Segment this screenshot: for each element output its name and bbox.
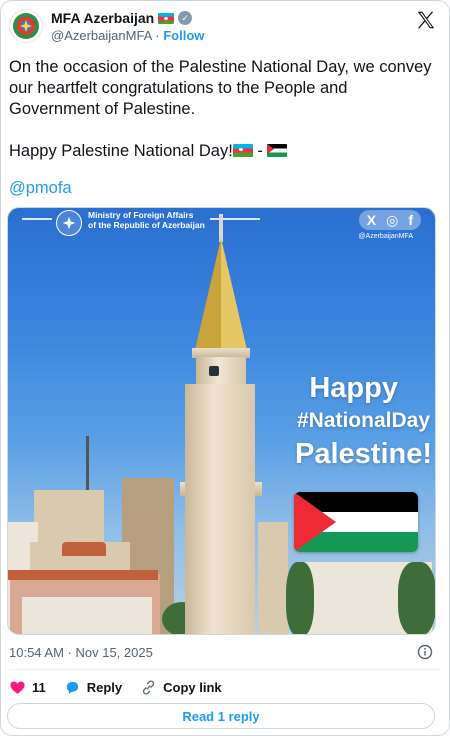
roof [8,570,158,580]
tweet-greeting: Happy Palestine National Day! [9,142,233,160]
tweet-image[interactable]: Ministry of Foreign Affairs of the Repub… [7,207,436,635]
account-handle[interactable]: @AzerbaijanMFA [51,28,152,43]
handle-separator: · [155,28,160,43]
mfa-emblem-icon [13,13,39,39]
tweet-text: On the occasion of the Palestine Nationa… [9,57,441,183]
read-replies-button[interactable]: Read 1 reply [7,703,435,729]
copy-link-label: Copy link [163,679,222,695]
post-timestamp[interactable]: 10:54 AM · Nov 15, 2025 [9,645,153,660]
tweet-header: MFA Azerbaijan ✓ @AzerbaijanMFA · Follow [9,9,441,49]
headline-happy: Happy [309,372,398,404]
building [22,597,152,634]
divider [9,669,441,670]
city-scene: Happy #NationalDay Palestine! [8,208,435,634]
radio-tower [86,436,89,496]
tree [398,562,435,634]
azerbaijan-flag-icon [158,12,175,24]
reply-bubble-icon [66,681,78,694]
building [34,490,104,550]
copy-link-button[interactable]: Copy link [140,679,222,696]
action-bar: 11 Reply Copy link [9,677,240,697]
account-name[interactable]: MFA Azerbaijan [51,10,154,26]
tweet-paragraph-2: Happy Palestine National Day! - [9,141,441,162]
link-icon [143,679,155,695]
image-headline: Happy #NationalDay Palestine! [295,370,432,472]
azerbaijan-flag-emoji-icon [232,144,253,157]
tweet-card: MFA Azerbaijan ✓ @AzerbaijanMFA · Follow… [0,0,450,736]
tweet-paragraph-1: On the occasion of the Palestine Nationa… [9,58,432,118]
palestine-flag-emoji-icon [267,144,288,157]
reply-label: Reply [86,679,123,695]
heart-icon [10,680,25,694]
roof [62,542,106,556]
follow-button[interactable]: Follow [163,28,204,43]
like-button[interactable]: 11 [9,679,46,696]
palestine-flag-graphic [294,492,418,552]
building [258,522,288,634]
avatar[interactable] [9,9,43,43]
minaret-dome-shade [221,238,247,350]
minaret-shaft [185,384,255,634]
handle-row: @AzerbaijanMFA · Follow [51,28,204,43]
account-name-row: MFA Azerbaijan ✓ [51,10,193,26]
mention-link[interactable]: @pmofa [9,179,72,198]
flag-separator: - [257,142,263,160]
verified-badge-icon: ✓ [178,11,193,25]
like-count: 11 [32,679,46,695]
reply-button[interactable]: Reply [64,679,122,696]
headline-palestine: Palestine! [295,438,432,470]
headline-hashtag: #NationalDay [296,409,430,432]
info-icon[interactable] [417,644,433,660]
minaret-window [209,366,219,376]
x-logo-icon[interactable] [415,9,437,31]
tree [286,562,314,634]
